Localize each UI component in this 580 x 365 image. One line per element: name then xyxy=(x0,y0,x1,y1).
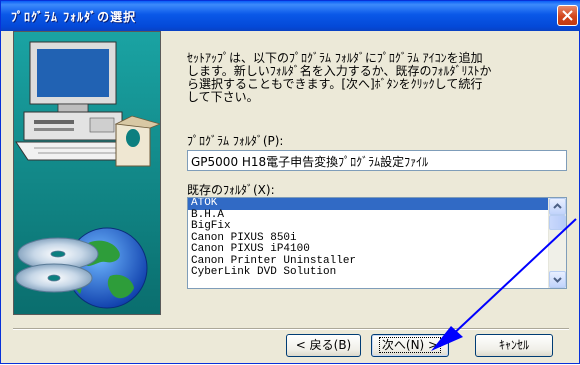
title-bar[interactable]: ﾌﾟﾛｸﾞﾗﾑ ﾌｫﾙﾀﾞの選択 xyxy=(1,1,580,31)
cd-disc-icon xyxy=(15,237,99,293)
program-folder-input[interactable]: GP5000 H18電子申告変換ﾌﾟﾛｸﾞﾗﾑ設定ﾌｧｲﾙ xyxy=(187,150,567,171)
scroll-up-button[interactable] xyxy=(549,198,566,215)
setup-illustration xyxy=(13,31,162,315)
list-item-selected[interactable]: ATOK xyxy=(188,198,549,210)
list-item[interactable]: Canon PIXUS iP4100 xyxy=(188,243,549,256)
cancel-button-label: ｷｬﾝｾﾙ xyxy=(498,338,529,352)
folder-list-items: ATOK B.H.A BigFix Canon PIXUS 850i Canon… xyxy=(188,198,549,279)
setup-dialog: ﾌﾟﾛｸﾞﾗﾑ ﾌｫﾙﾀﾞの選択 ｾｯﾄｱｯﾌﾟは、以下のﾌﾟﾛｸﾞﾗﾑ ﾌｫﾙ… xyxy=(0,0,580,364)
chevron-down-icon xyxy=(553,277,562,283)
vertical-scrollbar[interactable] xyxy=(548,198,566,288)
chevron-up-icon xyxy=(553,203,562,209)
instruction-text: ｾｯﾄｱｯﾌﾟは、以下のﾌﾟﾛｸﾞﾗﾑ ﾌｫﾙﾀﾞにﾌﾟﾛｸﾞﾗﾑ ｱｲｺﾝを追… xyxy=(187,51,492,104)
cancel-button[interactable]: ｷｬﾝｾﾙ xyxy=(475,334,553,357)
close-icon xyxy=(562,10,573,21)
back-button-label: < 戻る(B) xyxy=(295,338,352,352)
list-item[interactable]: CyberLink DVD Solution xyxy=(188,266,549,279)
scroll-thumb[interactable] xyxy=(549,215,566,230)
close-button[interactable] xyxy=(557,5,578,26)
window-title: ﾌﾟﾛｸﾞﾗﾑ ﾌｫﾙﾀﾞの選択 xyxy=(11,10,137,24)
back-button[interactable]: < 戻る(B) xyxy=(286,334,361,357)
footer-separator xyxy=(13,328,569,330)
scroll-down-button[interactable] xyxy=(549,271,566,288)
program-folder-label: ﾌﾟﾛｸﾞﾗﾑ ﾌｫﾙﾀﾞ(P): xyxy=(187,134,284,148)
next-button-label: 次へ(N) > xyxy=(378,337,442,353)
existing-folders-list[interactable]: ATOK B.H.A BigFix Canon PIXUS 850i Canon… xyxy=(187,197,567,289)
next-button[interactable]: 次へ(N) > xyxy=(371,334,449,357)
list-item[interactable]: B.H.A xyxy=(188,209,549,222)
list-item[interactable]: BigFix xyxy=(188,220,549,233)
existing-folders-label: 既存のﾌｫﾙﾀﾞ(X): xyxy=(187,183,275,197)
